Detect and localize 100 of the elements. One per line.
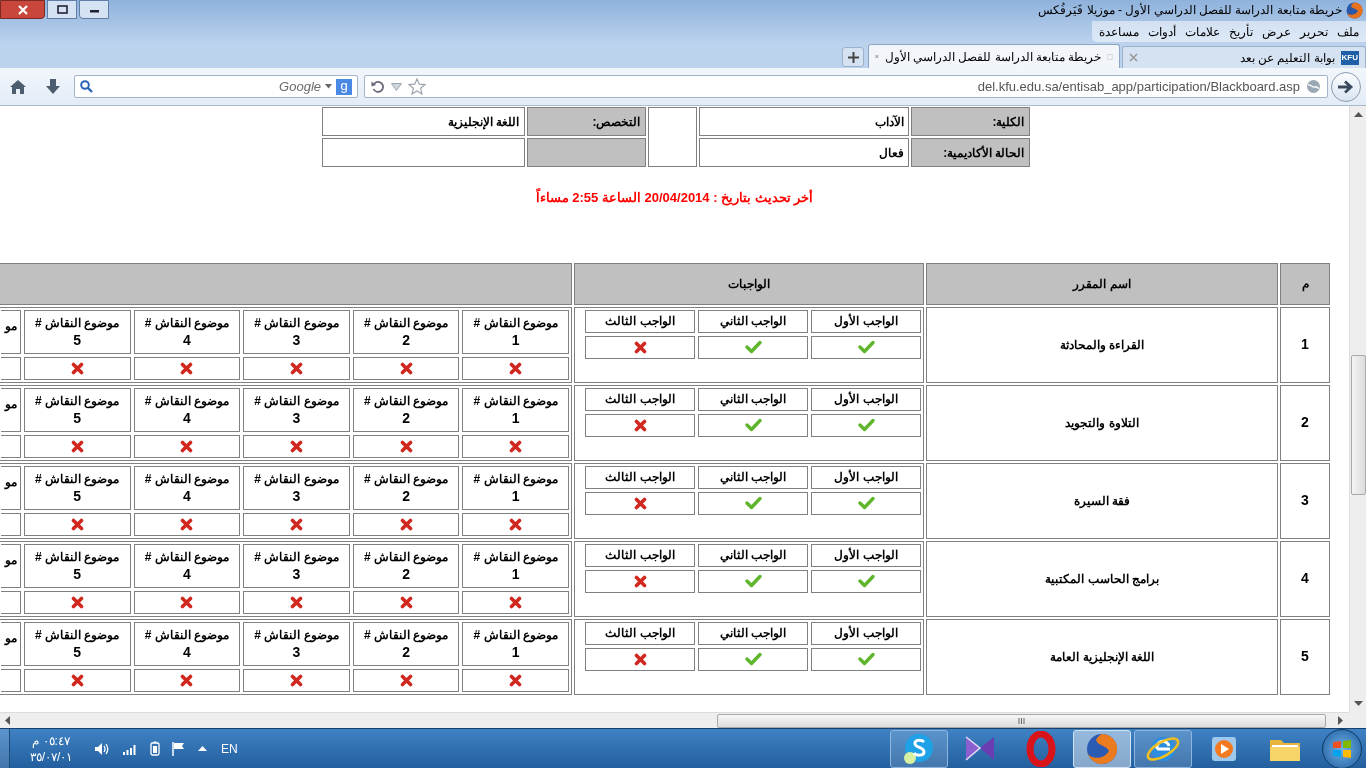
discussion-number: 3 bbox=[292, 565, 301, 583]
menu-item[interactable]: مساعدة bbox=[1099, 22, 1139, 41]
discussion-number: 1 bbox=[511, 565, 520, 583]
minimize-button[interactable] bbox=[79, 0, 109, 19]
discussion-number: 1 bbox=[511, 643, 520, 661]
window-title: خريطة متابعة الدراسة للفصل الدراسي الأول - موزيلا فَيَرفُكس bbox=[1038, 1, 1342, 19]
close-button[interactable] bbox=[0, 0, 45, 19]
discussion-number: 2 bbox=[402, 409, 410, 427]
app-logo-icon bbox=[1346, 1, 1363, 19]
discussion-title: موضوع النقاش # bbox=[144, 314, 230, 332]
status-cell bbox=[1, 668, 21, 692]
course-name: برامج الحاسب المكتبية bbox=[926, 540, 1278, 617]
discussion-number: 2 bbox=[402, 331, 410, 349]
speaker-icon[interactable] bbox=[94, 741, 110, 756]
discussion-title: موضوع النقاش # bbox=[144, 470, 230, 488]
close-icon bbox=[16, 4, 29, 15]
row-number: 5 bbox=[1280, 618, 1330, 695]
up-arrow-icon bbox=[1353, 112, 1363, 117]
menu-item[interactable]: تحرير bbox=[1300, 22, 1328, 41]
discussion-title: مو bbox=[4, 629, 17, 647]
course-name: التلاوة والتجويد bbox=[926, 384, 1278, 461]
discussion-title: موضوع النقاش # bbox=[35, 548, 120, 566]
arrow-icon bbox=[1338, 79, 1354, 94]
language-indicator[interactable]: EN bbox=[221, 739, 238, 758]
discussion-number: 3 bbox=[292, 487, 301, 505]
menu-item[interactable]: أدوات bbox=[1148, 22, 1176, 41]
discussion-title: موضوع النقاش # bbox=[35, 626, 120, 644]
assignment-title: الواجب الثالث bbox=[585, 543, 695, 567]
vertical-scrollbar[interactable] bbox=[1349, 106, 1366, 712]
tab-label: بوابة التعليم عن بعد bbox=[1239, 49, 1335, 67]
discussion-title: موضوع النقاش # bbox=[363, 548, 449, 566]
home-icon[interactable] bbox=[9, 78, 27, 95]
status-cell bbox=[1, 356, 21, 380]
url-text: del.kfu.edu.sa/entisab_app/participation/Blackboard.asp bbox=[977, 77, 1300, 96]
signal-icon[interactable] bbox=[122, 742, 138, 755]
new-tab-button[interactable] bbox=[842, 47, 864, 67]
discussion-title: موضوع النقاش # bbox=[35, 314, 120, 332]
clock-date[interactable]: ٣٥/٠٧/٠١ bbox=[29, 748, 73, 765]
discussion-title: موضوع النقاش # bbox=[363, 626, 449, 644]
discussion-number: 3 bbox=[292, 409, 301, 427]
assignment-title: الواجب الأول bbox=[811, 387, 921, 411]
discussion-number: 4 bbox=[182, 565, 191, 583]
discussion-title: موضوع النقاش # bbox=[473, 626, 558, 644]
discussion-number: 3 bbox=[292, 331, 301, 349]
assignment-title: الواجب الثالث bbox=[585, 465, 695, 489]
discussion-number: 5 bbox=[73, 487, 82, 505]
show-desktop-button[interactable] bbox=[0, 728, 10, 768]
field-value: اللغة الإنجليزية bbox=[321, 107, 525, 136]
course-name: اللغة الإنجليزية العامة bbox=[926, 618, 1278, 695]
discussion-number: 5 bbox=[73, 565, 82, 583]
menu-item[interactable]: تأريخ bbox=[1229, 22, 1253, 41]
discussion-title: مو bbox=[4, 551, 17, 569]
up-caret-icon[interactable] bbox=[198, 746, 207, 751]
flag-icon[interactable] bbox=[171, 741, 186, 756]
discussion-number: 1 bbox=[511, 331, 520, 349]
field-label: التخصص: bbox=[526, 107, 646, 136]
down-arrow-icon bbox=[1353, 701, 1363, 706]
taskbar-button[interactable] bbox=[890, 729, 948, 768]
back-button[interactable] bbox=[1331, 71, 1361, 102]
field-label: الحالة الأكاديمية: bbox=[910, 138, 1030, 167]
discussion-title: موضوع النقاش # bbox=[473, 392, 558, 410]
menu-item[interactable]: ملف bbox=[1337, 22, 1359, 41]
star-icon[interactable] bbox=[408, 78, 426, 95]
menu-item[interactable]: علامات bbox=[1185, 22, 1220, 41]
menu-item[interactable]: عرض bbox=[1262, 22, 1291, 41]
discussion-title: موضوع النقاش # bbox=[473, 470, 558, 488]
taskbar-button[interactable] bbox=[1134, 729, 1192, 768]
assignment-title: الواجب الثاني bbox=[698, 387, 808, 411]
discussion-number: 1 bbox=[511, 487, 520, 505]
discussion-title: موضوع النقاش # bbox=[254, 626, 339, 644]
scrollbar-thumb[interactable] bbox=[1350, 355, 1366, 495]
globe-icon bbox=[1306, 79, 1321, 94]
start-button[interactable] bbox=[1322, 728, 1362, 768]
tab[interactable]: خريطة متابعة الدراسة للفصل الدراسي الأول bbox=[868, 44, 1120, 68]
plus-icon bbox=[847, 51, 859, 63]
discussion-title: موضوع النقاش # bbox=[35, 392, 120, 410]
search-icon bbox=[80, 80, 93, 93]
column-header: م bbox=[1280, 262, 1330, 305]
discussion-title: موضوع النقاش # bbox=[144, 548, 230, 566]
last-update-notice: أخر تحديث بتاريخ : 20/04/2014 الساعة 2:55 مساءاً bbox=[534, 188, 815, 208]
row-number: 3 bbox=[1280, 462, 1330, 539]
windows-logo-icon bbox=[1332, 739, 1352, 758]
discussion-number: 2 bbox=[402, 487, 410, 505]
clock-time[interactable]: ٠٥:٤٧ م bbox=[32, 732, 70, 749]
discussion-title: موضوع النقاش # bbox=[363, 392, 449, 410]
horizontal-scrollbar[interactable] bbox=[0, 712, 1349, 728]
assignment-title: الواجب الثاني bbox=[698, 465, 808, 489]
address-field[interactable]: del.kfu.edu.sa/entisab_app/participation/Blackboard.asp bbox=[364, 75, 1328, 98]
discussion-title: موضوع النقاش # bbox=[35, 470, 120, 488]
scrollbar-thumb[interactable] bbox=[717, 713, 1326, 728]
right-arrow-icon bbox=[1338, 716, 1343, 725]
assignment-title: الواجب الثاني bbox=[698, 543, 808, 567]
download-icon[interactable] bbox=[45, 78, 61, 95]
discussion-title: مو bbox=[4, 473, 17, 491]
discussion-title: موضوع النقاش # bbox=[254, 548, 339, 566]
maximize-button[interactable] bbox=[47, 0, 77, 19]
left-arrow-icon bbox=[5, 716, 10, 725]
column-header: الواجبات bbox=[574, 262, 924, 305]
battery-icon[interactable] bbox=[150, 741, 160, 756]
assignment-title: الواجب الثاني bbox=[698, 621, 808, 645]
